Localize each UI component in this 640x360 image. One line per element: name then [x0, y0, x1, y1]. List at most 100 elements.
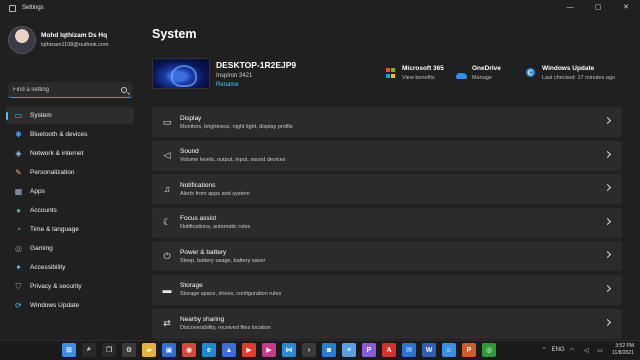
page-title: System [152, 27, 197, 41]
sidebar-item-bluetooth-devices[interactable]: ✱ Bluetooth & devices [6, 126, 134, 143]
card-text: Nearby sharing Discoverability, received … [180, 316, 271, 331]
quick-link-title: Windows Update [542, 65, 595, 72]
chevron-up-icon[interactable]: ⌃ [540, 346, 548, 354]
volume-icon[interactable]: ◁ [582, 346, 590, 354]
card-title: Sound [180, 148, 199, 156]
chrome-icon[interactable]: ◉ [182, 343, 196, 357]
settings-card-notifications[interactable]: ♫ Notifications Alerts from apps and syste… [152, 174, 622, 205]
quick-link-microsoft-365[interactable]: Microsoft 365 View benefits [386, 65, 444, 81]
clock-globe-icon: ◔ [16, 225, 21, 234]
chevron-right-icon [603, 284, 612, 293]
chevron-right-icon [603, 150, 612, 158]
sidebar-item-privacy-security[interactable]: ⛉ Privacy & security [6, 278, 134, 295]
card-title: Nearby sharing [180, 316, 225, 324]
mail-icon[interactable]: ✉ [402, 343, 416, 357]
device-name: DESKTOP-1R2EJP9 [216, 59, 297, 70]
accessibility-icon: ✦ [15, 263, 22, 272]
desktop-wallpaper-thumbnail [152, 58, 210, 89]
card-text: Display Monitors, brightness, night light… [180, 115, 293, 130]
shield-icon: ⛉ [15, 282, 22, 291]
xbox-icon[interactable]: ◎ [482, 343, 496, 357]
window-title: Settings [22, 5, 44, 11]
sidebar-item-time-language[interactable]: ◔ Time & language [6, 221, 134, 238]
device-banner: DESKTOP-1R2EJP9 Inspiron 3421 Rename [152, 58, 296, 89]
settings-card-sound[interactable]: ◁ Sound Volume levels, output, input, soun… [152, 140, 622, 171]
media-player-icon[interactable]: ▶ [262, 343, 276, 357]
feedback-icon[interactable]: ☺ [442, 343, 456, 357]
photos-icon[interactable]: ▲ [222, 343, 236, 357]
search-icon[interactable] [121, 86, 127, 93]
card-title: Power & battery [180, 248, 227, 256]
settings-card-storage[interactable]: ▬ Storage Storage space, drives, configura… [152, 274, 622, 305]
apps-icon: ▦ [14, 187, 23, 196]
minimize-button[interactable]: — [556, 0, 584, 14]
windows-start-icon[interactable]: ⊞ [62, 343, 76, 357]
edge-icon[interactable]: e [202, 343, 216, 357]
settings-app-icon[interactable]: ⚙ [122, 343, 136, 357]
camera-icon[interactable]: ◙ [322, 343, 336, 357]
maximize-button[interactable]: ▢ [584, 0, 612, 14]
update-icon: ⟳ [15, 301, 22, 310]
sidebar-item-system[interactable]: ▭ System [6, 107, 134, 124]
search-input[interactable] [13, 86, 121, 93]
acrobat-icon[interactable]: A [382, 343, 396, 357]
notepad-icon[interactable]: ≡ [342, 343, 356, 357]
battery-icon[interactable]: ▭ [596, 346, 604, 354]
clock-time: 3:52 PM [615, 343, 634, 349]
quick-link-windows-update[interactable]: Windows Update Last checked: 17 minutes … [526, 65, 615, 81]
powerpoint-icon[interactable]: P [462, 343, 476, 357]
quick-link-onedrive[interactable]: OneDrive Manage [456, 65, 501, 81]
wifi-icon[interactable]: ◠ [568, 346, 576, 354]
share-icon: ⇄ [163, 318, 171, 329]
taskbar: ⊞ ⌕ ❐ ⚙ ▰ ▣ ◉ e ▲ ▶ ▶ ⋈ › ◙ ≡ P A ✉ W ☺ P ◎ ⌃ ENG ◠ ◁ ▭ 3:52 … [0, 340, 640, 360]
sidebar-item-windows-update[interactable]: ⟳ Windows Update [6, 297, 134, 314]
store-icon[interactable]: ▣ [162, 343, 176, 357]
sidebar-item-label: Time & language [30, 226, 79, 233]
moon-icon: ☾ [162, 217, 172, 228]
sidebar-item-label: Apps [30, 188, 45, 195]
rename-link[interactable]: Rename [216, 82, 296, 88]
language-indicator[interactable]: ENG [552, 346, 565, 354]
settings-card-focus-assist[interactable]: ☾ Focus assist Notifications, automatic ru… [152, 207, 622, 238]
sidebar-item-label: Bluetooth & devices [30, 131, 88, 138]
sidebar-item-gaming[interactable]: ◎ Gaming [6, 240, 134, 257]
system-tray: ⌃ ENG ◠ ◁ ▭ 3:52 PM 11/8/2021 [540, 343, 634, 357]
device-model: Inspiron 3421 [216, 72, 253, 79]
file-explorer-icon[interactable]: ▰ [142, 343, 156, 357]
sidebar-item-accessibility[interactable]: ✦ Accessibility [6, 259, 134, 276]
sidebar-item-network-internet[interactable]: ◈ Network & internet [6, 145, 134, 162]
settings-card-display[interactable]: ▭ Display Monitors, brightness, night ligh… [152, 107, 622, 137]
profile-text: Mohd Iqthizam Ds Hq iqthizam1108@outlook… [36, 32, 109, 48]
card-subtitle: Volume levels, output, input, sound devi… [180, 157, 286, 164]
word-icon[interactable]: W [422, 343, 436, 357]
power-icon: ⏻ [163, 250, 171, 261]
card-text: Sound Volume levels, output, input, sound… [180, 148, 285, 163]
profile[interactable]: Mohd Iqthizam Ds Hq iqthizam1108@outlook… [8, 26, 109, 54]
settings-card-nearby-sharing[interactable]: ⇄ Nearby sharing Discoverability, received… [152, 308, 622, 339]
settings-app-icon [9, 4, 16, 12]
search-taskbar-icon[interactable]: ⌕ [82, 343, 96, 357]
youtube-icon[interactable]: ▶ [242, 343, 256, 357]
search-box[interactable] [8, 82, 132, 98]
vscode-icon[interactable]: ⋈ [282, 343, 296, 357]
close-button[interactable]: ✕ [612, 0, 640, 14]
terminal-icon[interactable]: › [302, 343, 316, 357]
pycharm-icon[interactable]: P [362, 343, 376, 357]
task-view-icon[interactable]: ❐ [102, 343, 116, 357]
bluetooth-icon: ✱ [15, 130, 22, 139]
card-subtitle: Alerts from apps and system [180, 190, 250, 197]
microsoft-365-icon [386, 68, 396, 78]
clock[interactable]: 3:52 PM 11/8/2021 [612, 343, 634, 357]
sidebar-item-label: Privacy & security [30, 283, 82, 290]
sidebar-item-accounts[interactable]: ● Accounts [6, 202, 134, 219]
taskbar-apps: ⊞ ⌕ ❐ ⚙ ▰ ▣ ◉ e ▲ ▶ ▶ ⋈ › ◙ ≡ P A ✉ W ☺ P ◎ [62, 343, 502, 357]
card-subtitle: Monitors, brightness, night light, displ… [180, 123, 293, 130]
sidebar-item-personalization[interactable]: ✎ Personalization [6, 164, 134, 181]
settings-card-power-battery[interactable]: ⏻ Power & battery Sleep, battery usage, ba… [152, 241, 622, 272]
sidebar-item-apps[interactable]: ▦ Apps [6, 183, 134, 200]
chevron-right-icon [603, 251, 612, 259]
sidebar-item-label: System [30, 112, 52, 119]
settings-cards: ▭ Display Monitors, brightness, night ligh… [152, 107, 622, 340]
sidebar-item-label: Network & internet [30, 150, 84, 157]
title-bar: Settings — ▢ ✕ [0, 0, 640, 16]
